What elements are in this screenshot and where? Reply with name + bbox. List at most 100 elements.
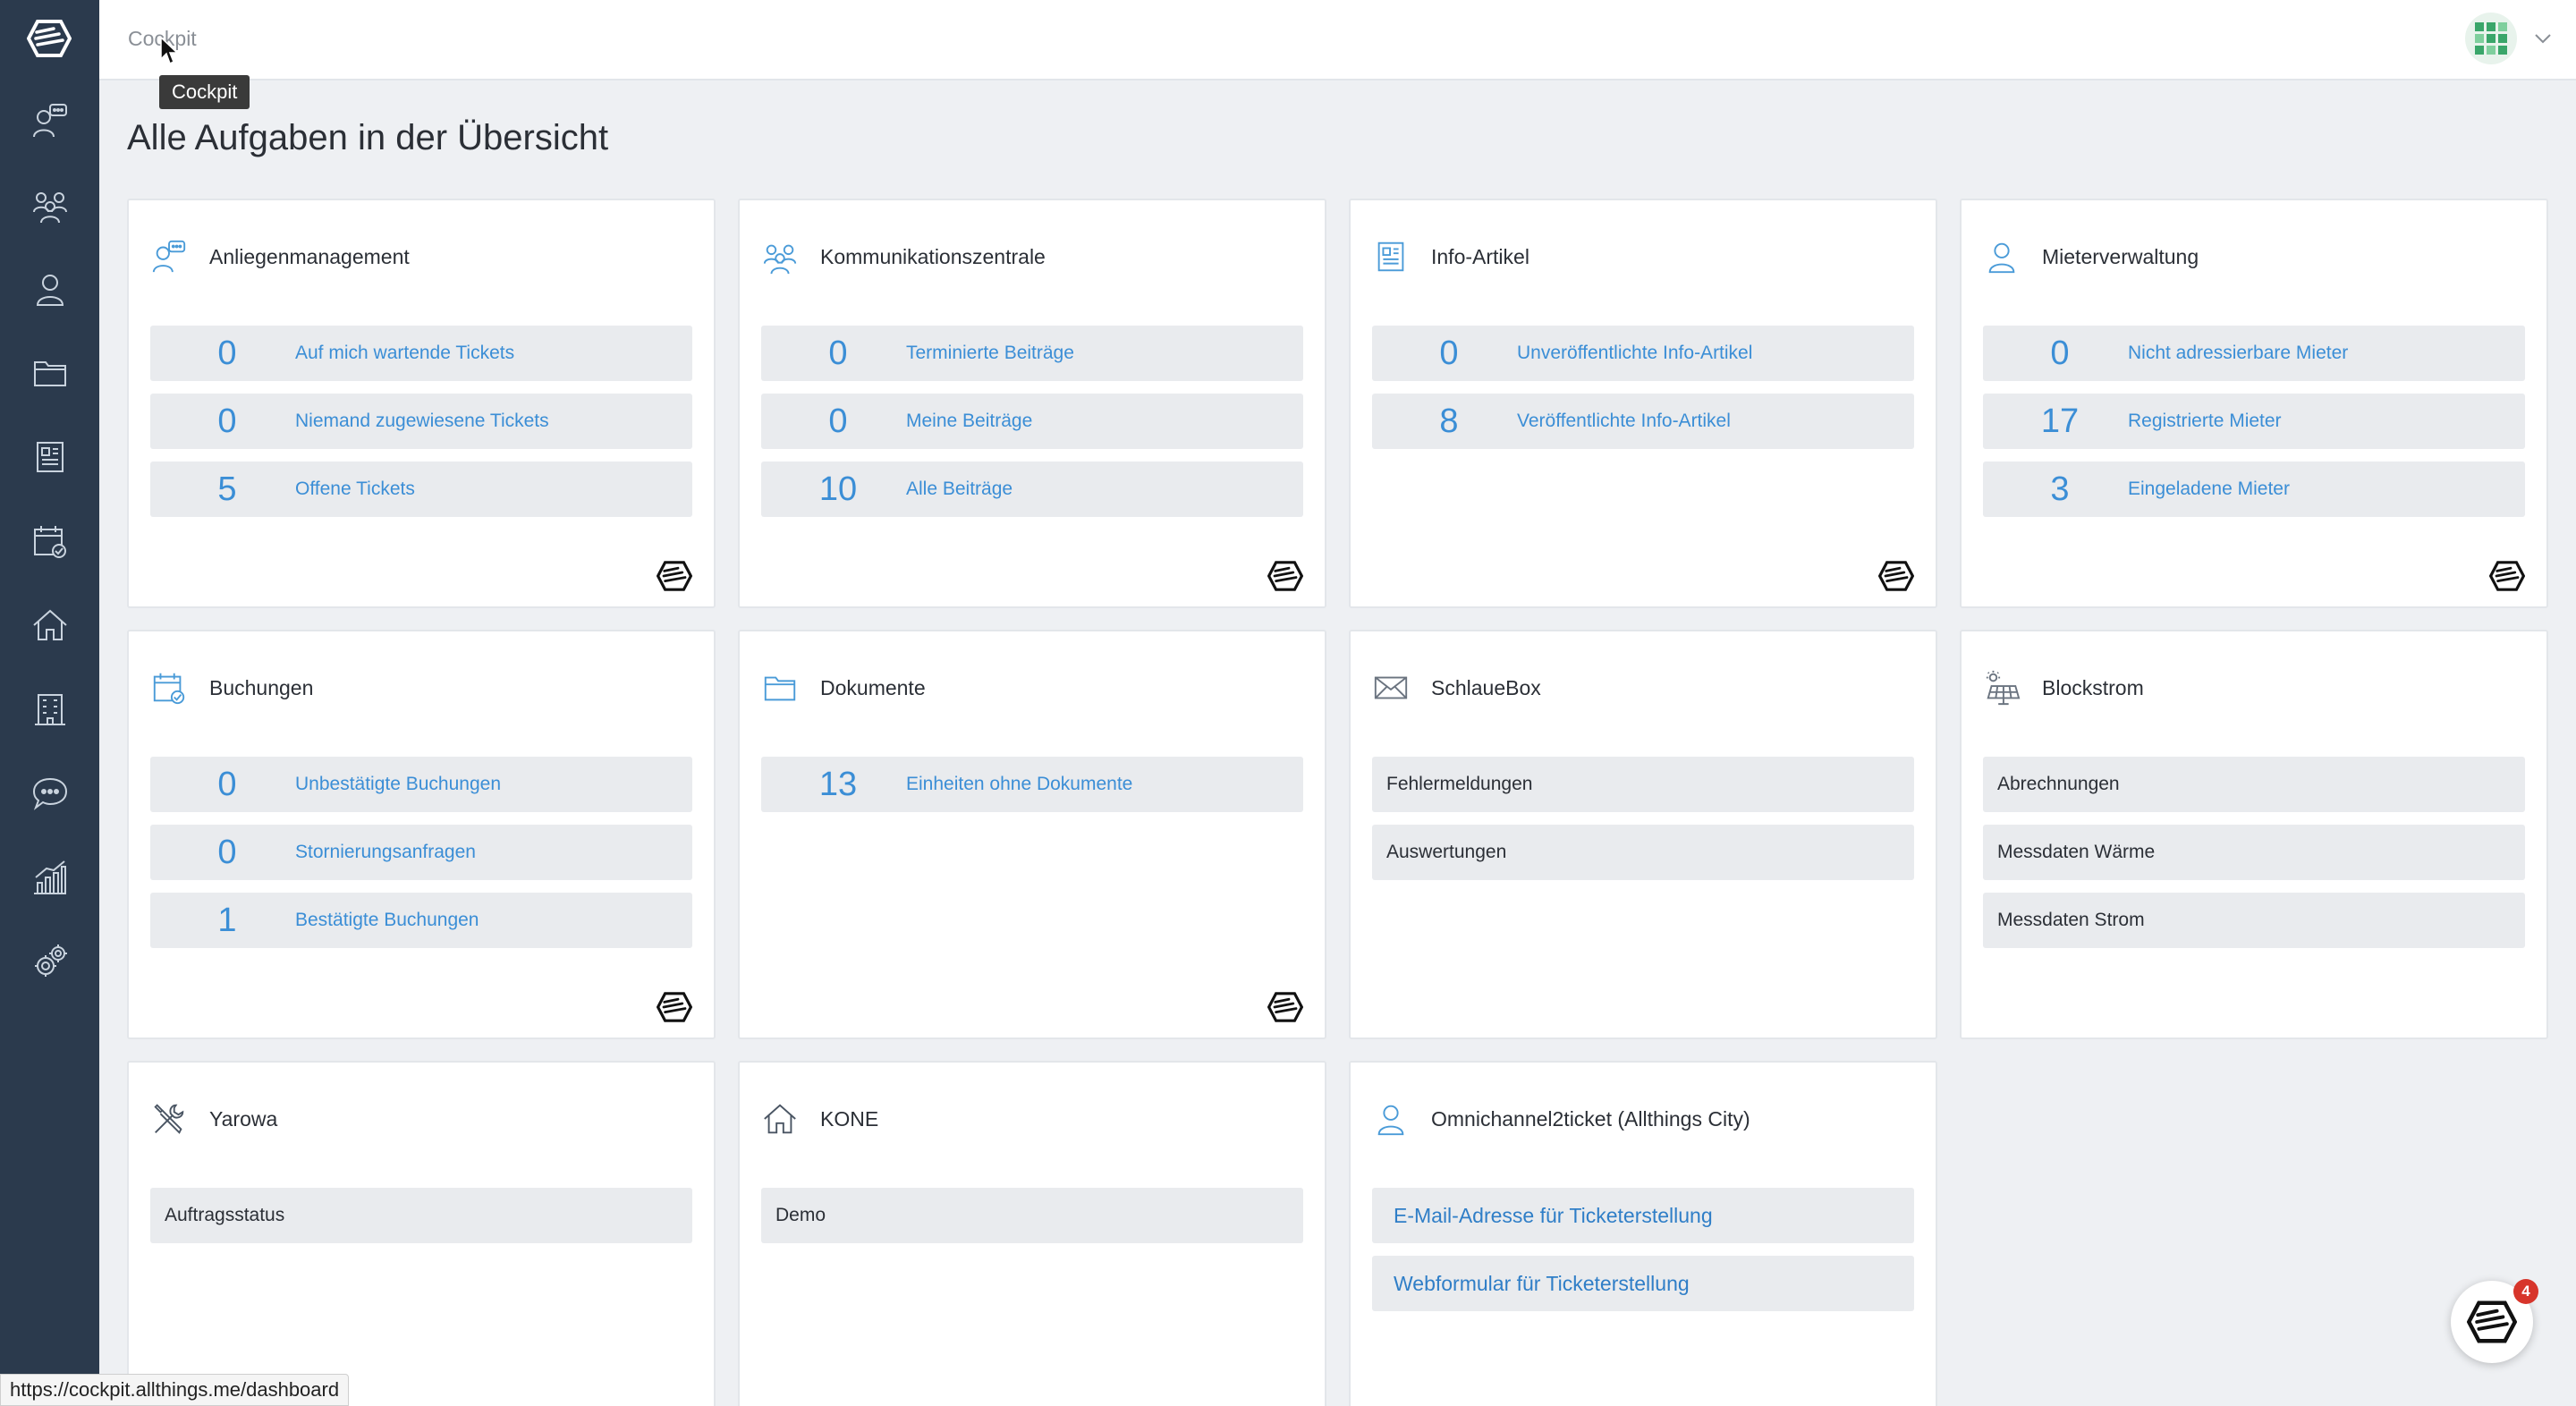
envelope-icon (1374, 676, 1408, 699)
sidebar-item-einstellungen[interactable] (0, 919, 99, 1004)
row-webformular-ticketerstellung[interactable]: Webformular für Ticketerstellung (1372, 1256, 1914, 1311)
row-meine-beitraege[interactable]: 0 Meine Beiträge (761, 394, 1303, 449)
folder-icon (764, 676, 796, 701)
row-label: Auf mich wartende Tickets (295, 343, 515, 363)
row-einheiten-ohne-dokumente[interactable]: 13 Einheiten ohne Dokumente (761, 757, 1303, 812)
row-messdaten-waerme[interactable]: Messdaten Wärme (1983, 825, 2525, 880)
row-count: 13 (818, 765, 858, 803)
row-count: 0 (217, 334, 237, 372)
avatar[interactable] (2465, 13, 2517, 64)
row-count: 10 (818, 470, 858, 508)
sidebar-item-info-artikel[interactable] (0, 415, 99, 499)
support-agent-icon (152, 240, 186, 273)
row-label: Auswertungen (1386, 842, 1507, 862)
row-count: 1 (217, 901, 237, 939)
row-label: Fehlermeldungen (1386, 774, 1533, 794)
row-label: Meine Beiträge (906, 411, 1033, 431)
row-label: Einheiten ohne Dokumente (906, 774, 1133, 794)
row-unveroeffentlichte-info-artikel[interactable]: 0 Unveröffentlichte Info-Artikel (1372, 326, 1914, 381)
sidebar-item-gebaeude[interactable] (0, 667, 99, 751)
tenant-icon (1377, 1105, 1404, 1136)
status-bar-url: https://cockpit.allthings.me/dashboard (0, 1374, 350, 1406)
settings-gears-icon (34, 944, 67, 977)
allthings-logo-icon (657, 561, 692, 591)
row-auf-mich-wartende-tickets[interactable]: 0 Auf mich wartende Tickets (150, 326, 692, 381)
row-niemand-zugewiesene-tickets[interactable]: 0 Niemand zugewiesene Tickets (150, 394, 692, 449)
solar-panel-icon (1986, 670, 2021, 706)
card-title: Blockstrom (2042, 675, 2144, 699)
card-title: Anliegenmanagement (209, 244, 410, 268)
sidebar-item-anliegen[interactable] (0, 79, 99, 163)
sidebar-item-dokumente[interactable] (0, 331, 99, 415)
card-title: KONE (820, 1106, 879, 1131)
notification-badge: 4 (2513, 1279, 2538, 1304)
row-label: Offene Tickets (295, 479, 415, 499)
row-auswertungen[interactable]: Auswertungen (1372, 825, 1914, 880)
card-title: Kommunikationszentrale (820, 244, 1046, 268)
row-messdaten-strom[interactable]: Messdaten Strom (1983, 893, 2525, 948)
home-icon (32, 609, 67, 640)
row-demo[interactable]: Demo (761, 1188, 1303, 1243)
row-label: Alle Beiträge (906, 479, 1013, 499)
allthings-logo-icon (2489, 561, 2525, 591)
page-title: Alle Aufgaben in der Übersicht (127, 118, 609, 157)
row-count: 5 (217, 470, 237, 508)
sidebar-item-kommunikation[interactable] (0, 163, 99, 247)
row-label: Veröffentlichte Info-Artikel (1517, 411, 1731, 431)
row-label: Terminierte Beiträge (906, 343, 1074, 363)
row-email-adresse-ticketerstellung[interactable]: E-Mail-Adresse für Ticketerstellung (1372, 1188, 1914, 1243)
row-label: Eingeladene Mieter (2128, 479, 2290, 499)
sidebar-item-buchungen[interactable] (0, 499, 99, 583)
card-title: Dokumente (820, 675, 926, 699)
mouse-cursor-icon (160, 36, 179, 65)
row-link: E-Mail-Adresse für Ticketerstellung (1394, 1203, 1713, 1227)
row-label: Niemand zugewiesene Tickets (295, 411, 549, 431)
row-count: 17 (2040, 402, 2080, 440)
row-stornierungsanfragen[interactable]: 0 Stornierungsanfragen (150, 825, 692, 880)
analytics-icon (33, 860, 66, 894)
row-fehlermeldungen[interactable]: Fehlermeldungen (1372, 757, 1914, 812)
calendar-check-icon (153, 673, 185, 705)
row-veroeffentlichte-info-artikel[interactable]: 8 Veröffentlichte Info-Artikel (1372, 394, 1914, 449)
community-icon (32, 192, 67, 224)
card-info-artikel: Info-Artikel 0 Unveröffentlichte Info-Art… (1349, 199, 1937, 608)
card-kone: KONE Demo (738, 1061, 1326, 1406)
row-terminierte-beitraege[interactable]: 0 Terminierte Beiträge (761, 326, 1303, 381)
community-icon (763, 244, 797, 275)
support-agent-icon (32, 104, 67, 138)
sidebar-item-home[interactable] (0, 583, 99, 667)
row-count: 0 (217, 765, 237, 803)
chat-bubble-icon (32, 777, 67, 810)
allthings-logo-icon[interactable] (26, 16, 72, 61)
row-count: 0 (2050, 334, 2070, 372)
sidebar-item-analytics[interactable] (0, 835, 99, 919)
row-registrierte-mieter[interactable]: 17 Registrierte Mieter (1983, 394, 2525, 449)
chevron-down-icon[interactable] (2533, 29, 2553, 48)
tooltip: Cockpit (159, 75, 250, 109)
article-icon (1377, 241, 1404, 272)
row-eingeladene-mieter[interactable]: 3 Eingeladene Mieter (1983, 462, 2525, 517)
row-count: 3 (2050, 470, 2070, 508)
row-label: Unveröffentlichte Info-Artikel (1517, 343, 1753, 363)
row-abrechnungen[interactable]: Abrechnungen (1983, 757, 2525, 812)
sidebar (0, 0, 99, 1406)
card-buchungen: Buchungen 0 Unbestätigte Buchungen 0 Storn… (127, 630, 716, 1039)
row-alle-beitraege[interactable]: 10 Alle Beiträge (761, 462, 1303, 517)
row-count: 8 (1439, 402, 1459, 440)
row-nicht-adressierbare-mieter[interactable]: 0 Nicht adressierbare Mieter (1983, 326, 2525, 381)
card-mieterverwaltung: Mieterverwaltung 0 Nicht adressierbare Mi… (1960, 199, 2548, 608)
row-count: 0 (828, 402, 848, 440)
row-label: Nicht adressierbare Mieter (2128, 343, 2349, 363)
row-auftragsstatus[interactable]: Auftragsstatus (150, 1188, 692, 1243)
row-unbestaetigte-buchungen[interactable]: 0 Unbestätigte Buchungen (150, 757, 692, 812)
row-label: Stornierungsanfragen (295, 842, 476, 862)
row-label: Registrierte Mieter (2128, 411, 2282, 431)
row-label: Abrechnungen (1997, 774, 2120, 794)
row-bestaetigte-buchungen[interactable]: 1 Bestätigte Buchungen (150, 893, 692, 948)
card-kommunikationszentrale: Kommunikationszentrale 0 Terminierte Beit… (738, 199, 1326, 608)
card-title: Mieterverwaltung (2042, 244, 2199, 268)
row-offene-tickets[interactable]: 5 Offene Tickets (150, 462, 692, 517)
sidebar-item-mieter[interactable] (0, 247, 99, 331)
row-count: 0 (1439, 334, 1459, 372)
sidebar-item-chat[interactable] (0, 751, 99, 835)
